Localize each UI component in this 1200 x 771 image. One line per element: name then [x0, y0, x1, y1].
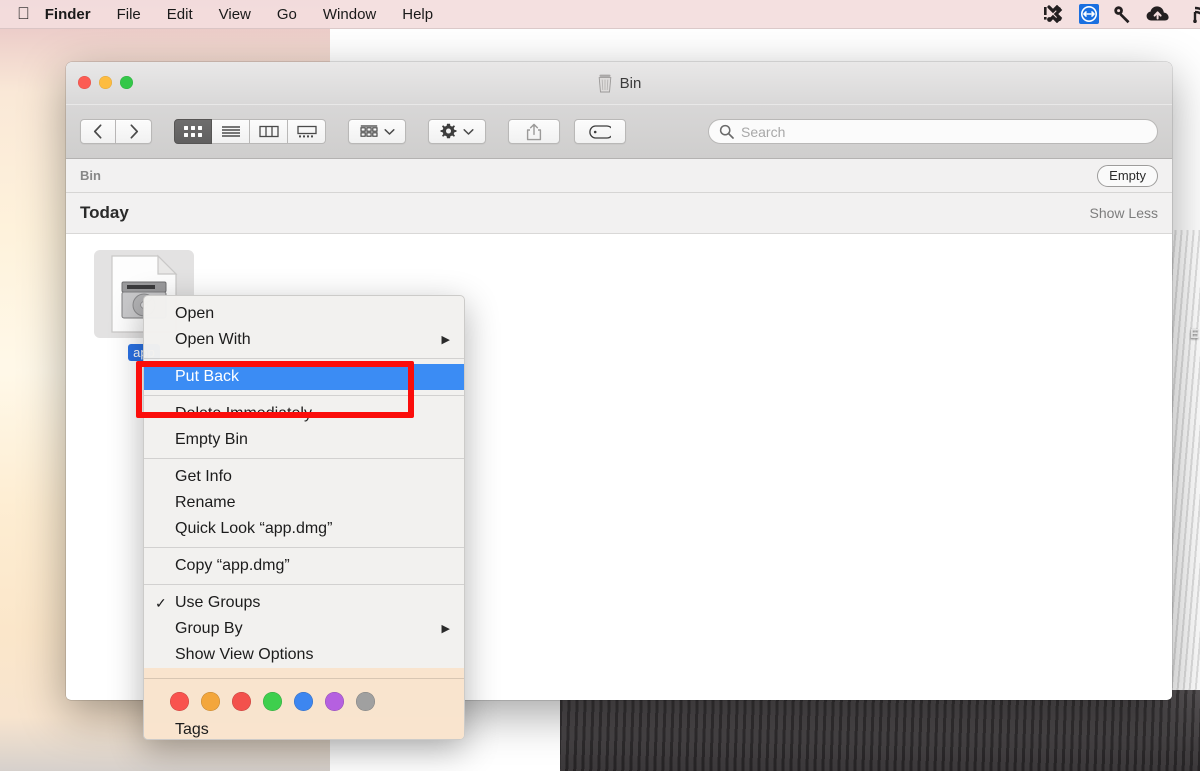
menu-item-go[interactable]: Go: [264, 0, 310, 29]
tag-color-swatches: [144, 684, 464, 719]
chevron-down-icon: [383, 128, 395, 135]
tag-swatch-blue[interactable]: [294, 692, 313, 711]
tag-swatch-green[interactable]: [263, 692, 282, 711]
menu-item-label: Group By: [175, 620, 243, 637]
submenu-arrow-icon: ▶: [441, 333, 450, 346]
context-menu-item-put-back[interactable]: Put Back: [144, 364, 464, 390]
menu-item-label: Delete Immediately…: [175, 405, 328, 422]
menu-item-label: Put Back: [175, 368, 240, 385]
path-bar: Bin Empty: [66, 159, 1172, 193]
list-view-button[interactable]: [212, 119, 250, 144]
empty-bin-button[interactable]: Empty: [1097, 164, 1158, 187]
menu-separator: [144, 358, 464, 359]
wallpaper-rock-bottom: [560, 690, 1200, 771]
menu-separator: [144, 395, 464, 396]
arrange-button[interactable]: [348, 119, 406, 144]
context-menu-item-quick-look[interactable]: Quick Look “app.dmg”: [144, 516, 464, 542]
group-header: Today Show Less: [66, 193, 1172, 234]
key-icon[interactable]: [1113, 5, 1132, 24]
tags-button[interactable]: [574, 119, 626, 144]
menu-item-finder[interactable]: Finder: [43, 0, 104, 29]
tag-swatch-orange[interactable]: [201, 692, 220, 711]
view-mode-segmented-control: [174, 119, 326, 144]
menu-item-label: Open: [175, 305, 215, 322]
icon-view-button[interactable]: [174, 119, 212, 144]
context-menu-item-get-info[interactable]: Get Info: [144, 464, 464, 490]
apple-logo-icon[interactable]: : [0, 5, 43, 22]
tag-swatch-gray[interactable]: [356, 692, 375, 711]
menu-separator: [144, 678, 464, 679]
path-bar-label: Bin: [80, 168, 101, 183]
gear-icon: [440, 123, 457, 139]
back-button[interactable]: [80, 119, 116, 144]
desktop: E  Finder File Edit View Go Window Help: [0, 0, 1200, 771]
context-menu-item-group-by[interactable]: Group By ▶: [144, 616, 464, 642]
window-title: Bin: [66, 74, 1172, 93]
context-menu-item-tags[interactable]: Tags: [144, 719, 464, 739]
context-menu-tags-section: Tags: [144, 668, 464, 739]
menu-item-label: Rename: [175, 494, 236, 511]
menu-item-label: Get Info: [175, 468, 232, 485]
wifi-icon[interactable]: [1184, 5, 1200, 23]
context-menu-item-delete-immediately[interactable]: Delete Immediately…: [144, 401, 464, 427]
cloud-upload-icon[interactable]: [1146, 5, 1170, 23]
window-titlebar[interactable]: Bin: [66, 62, 1172, 105]
context-menu-item-rename[interactable]: Rename: [144, 490, 464, 516]
show-less-button[interactable]: Show Less: [1090, 205, 1158, 221]
tag-icon: [589, 124, 611, 139]
action-menu-button[interactable]: [428, 119, 486, 144]
menu-bar-status-area: [1043, 4, 1200, 24]
forward-button[interactable]: [116, 119, 152, 144]
menu-item-label: Copy “app.dmg”: [175, 557, 290, 574]
column-view-button[interactable]: [250, 119, 288, 144]
menu-item-label: Quick Look “app.dmg”: [175, 520, 333, 537]
tag-swatch-red[interactable]: [170, 692, 189, 711]
navigation-buttons: [80, 119, 152, 144]
menu-item-edit[interactable]: Edit: [154, 0, 206, 29]
tag-swatch-red-2[interactable]: [232, 692, 251, 711]
context-menu-item-show-view-options[interactable]: Show View Options: [144, 642, 464, 668]
menu-item-label: Open With: [175, 331, 251, 348]
submenu-arrow-icon: ▶: [441, 622, 450, 635]
menu-item-label: Show View Options: [175, 646, 314, 663]
share-button[interactable]: [508, 119, 560, 144]
menu-item-label: Use Groups: [175, 594, 261, 611]
context-menu-item-use-groups[interactable]: ✓ Use Groups: [144, 590, 464, 616]
context-menu: Open Open With ▶ Put Back Delete Immedia…: [143, 295, 465, 740]
share-icon: [526, 123, 542, 140]
search-icon: [719, 124, 734, 139]
search-placeholder: Search: [741, 123, 786, 140]
menu-item-file[interactable]: File: [104, 0, 154, 29]
window-title-text: Bin: [619, 75, 642, 92]
desktop-partial-label: E: [1190, 326, 1199, 341]
group-header-title: Today: [80, 203, 129, 222]
context-menu-item-open-with[interactable]: Open With ▶: [144, 327, 464, 353]
context-menu-item-copy[interactable]: Copy “app.dmg”: [144, 553, 464, 579]
teamviewer-icon[interactable]: [1079, 4, 1099, 24]
checkmark-icon: ✓: [155, 594, 167, 611]
tag-swatch-purple[interactable]: [325, 692, 344, 711]
menu-separator: [144, 584, 464, 585]
chevron-down-icon: [463, 128, 474, 135]
menu-bar:  Finder File Edit View Go Window Help: [0, 0, 1200, 29]
search-input[interactable]: Search: [708, 119, 1158, 144]
menu-separator: [144, 458, 464, 459]
context-menu-item-open[interactable]: Open: [144, 301, 464, 327]
menu-item-window[interactable]: Window: [310, 0, 389, 29]
trash-bin-icon: [597, 74, 613, 93]
window-toolbar: Search: [66, 105, 1172, 159]
network-alert-icon[interactable]: [1043, 5, 1065, 23]
menu-separator: [144, 547, 464, 548]
menu-item-view[interactable]: View: [206, 0, 264, 29]
menu-item-help[interactable]: Help: [389, 0, 446, 29]
context-menu-item-empty-bin[interactable]: Empty Bin: [144, 427, 464, 453]
gallery-view-button[interactable]: [288, 119, 326, 144]
menu-item-label: Empty Bin: [175, 431, 248, 448]
